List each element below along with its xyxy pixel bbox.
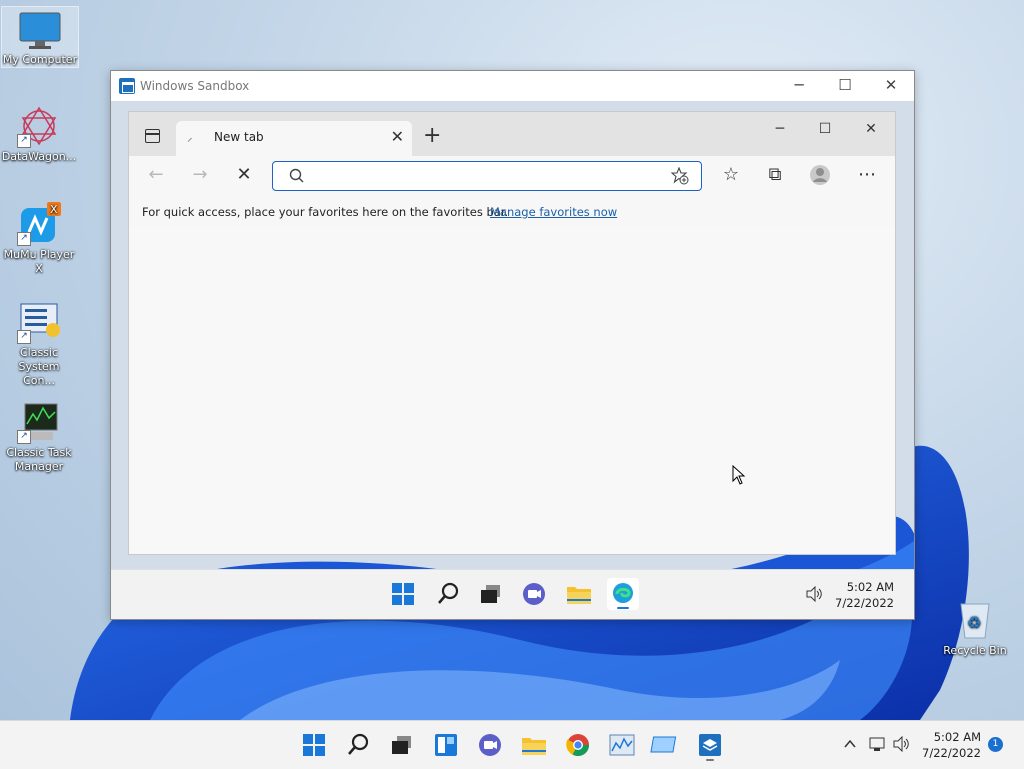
back-icon[interactable]: ← — [143, 164, 169, 186]
resource-monitor-icon[interactable] — [606, 729, 638, 761]
shortcut-arrow-icon: ↗ — [17, 232, 31, 246]
desktop-icon-classic-task-manager[interactable]: ↗ Classic Task Manager — [1, 400, 77, 474]
recycle-bin-icon: ♻ — [953, 598, 997, 642]
forward-icon[interactable]: → — [187, 164, 213, 186]
desktop-icon-recycle-bin[interactable]: ♻ Recycle Bin — [937, 598, 1013, 658]
mouse-cursor-icon — [732, 465, 746, 485]
desktop-icon-mumu-player[interactable]: X ↗ MuMu Player X — [1, 202, 77, 276]
monitor-icon — [18, 7, 62, 51]
collections-icon[interactable]: ⧉ — [762, 164, 788, 186]
edge-close-button[interactable]: ✕ — [848, 121, 894, 145]
page-content — [129, 227, 895, 554]
sandbox-window: Windows Sandbox ─ ☐ ✕ ⸝ New tab ✕ + ─ ☐ … — [110, 70, 915, 620]
loading-spinner-icon: ⸝ — [187, 131, 193, 144]
address-input[interactable] — [309, 165, 663, 187]
sandbox-taskbar-icon[interactable] — [694, 729, 726, 761]
start-icon[interactable] — [298, 729, 330, 761]
sandbox-maximize-button[interactable]: ☐ — [822, 71, 868, 101]
shortcut-arrow-icon: ↗ — [17, 134, 31, 148]
network-icon[interactable] — [869, 736, 887, 752]
sandbox-app-icon — [119, 78, 135, 94]
teams-chat-icon[interactable] — [518, 578, 550, 610]
new-tab-button[interactable]: + — [423, 123, 441, 148]
search-icon[interactable] — [432, 578, 464, 610]
remote-desktop-icon[interactable] — [650, 729, 682, 761]
teams-chat-icon[interactable] — [474, 729, 506, 761]
desktop-icon-label: Classic Task Manager — [6, 446, 72, 473]
file-explorer-icon[interactable] — [518, 729, 550, 761]
favorites-bar-hint: For quick access, place your favorites h… — [142, 205, 509, 219]
sandbox-minimize-button[interactable]: ─ — [776, 71, 822, 101]
tab-label: New tab — [214, 130, 264, 144]
shortcut-arrow-icon: ↗ — [17, 430, 31, 444]
desktop-icon-label: MuMu Player X — [3, 248, 75, 275]
task-view-icon[interactable] — [386, 729, 418, 761]
edge-maximize-button[interactable]: ☐ — [802, 121, 848, 145]
control-panel-icon: ↗ — [17, 300, 61, 344]
search-icon — [289, 168, 304, 183]
desktop-icon-label: DataWagon... — [1, 150, 77, 163]
desktop-icon-classic-system-control[interactable]: ↗ Classic System Con... — [1, 300, 77, 388]
edge-window: ⸝ New tab ✕ + ─ ☐ ✕ ← → ✕ ☆ ⧉ ⋯ For quic… — [128, 111, 896, 555]
sandbox-clock-date: 7/22/2022 — [835, 596, 894, 610]
edge-icon[interactable] — [607, 578, 639, 610]
sandbox-titlebar[interactable]: Windows Sandbox ─ ☐ ✕ — [111, 71, 914, 101]
clock-time: 5:02 AM — [933, 730, 981, 744]
manage-favorites-link[interactable]: Manage favorites now — [490, 205, 617, 219]
system-clock[interactable]: 5:02 AM 7/22/2022 — [915, 729, 981, 761]
desktop-icon-label: Classic System Con... — [18, 346, 60, 387]
navigation-toolbar: ← → ✕ ☆ ⧉ ⋯ — [129, 156, 895, 194]
search-icon[interactable] — [342, 729, 374, 761]
profile-avatar-icon[interactable] — [809, 164, 831, 186]
sandbox-clock-time: 5:02 AM — [846, 580, 894, 594]
task-view-icon[interactable] — [475, 578, 507, 610]
edge-minimize-button[interactable]: ─ — [757, 121, 803, 145]
sandbox-clock[interactable]: 5:02 AM 7/22/2022 — [829, 579, 894, 611]
shortcut-arrow-icon: ↗ — [17, 330, 31, 344]
file-explorer-icon[interactable] — [563, 578, 595, 610]
widgets-icon[interactable] — [430, 729, 462, 761]
sandbox-desktop: ⸝ New tab ✕ + ─ ☐ ✕ ← → ✕ ☆ ⧉ ⋯ For quic… — [111, 101, 914, 619]
add-favorite-icon[interactable] — [671, 167, 689, 185]
notification-badge[interactable]: 1 — [988, 737, 1003, 752]
mumu-player-icon: X ↗ — [17, 202, 61, 246]
address-bar[interactable] — [272, 161, 702, 191]
desktop-icon-label: My Computer — [2, 53, 78, 66]
tab-close-icon[interactable]: ✕ — [391, 127, 404, 146]
chevron-up-icon[interactable] — [843, 737, 857, 751]
svg-text:♻: ♻ — [967, 613, 981, 632]
tab-actions-icon[interactable] — [145, 129, 160, 143]
sandbox-title: Windows Sandbox — [140, 79, 250, 93]
desktop-icon-datawagon[interactable]: ↗ DataWagon... — [1, 104, 77, 164]
tab-new-tab[interactable]: ⸝ New tab ✕ — [176, 121, 412, 156]
volume-icon[interactable] — [805, 586, 823, 602]
tab-strip: ⸝ New tab ✕ + ─ ☐ ✕ — [129, 112, 895, 156]
task-manager-icon: ↗ — [17, 400, 61, 444]
sandbox-taskbar: 5:02 AM 7/22/2022 — [111, 569, 914, 619]
taskbar: 5:02 AM 7/22/2022 — [0, 720, 1024, 769]
chrome-icon[interactable] — [562, 729, 594, 761]
stop-loading-icon[interactable]: ✕ — [231, 164, 257, 186]
sandbox-close-button[interactable]: ✕ — [868, 71, 914, 101]
favorites-bar: For quick access, place your favorites h… — [129, 194, 895, 228]
clock-date: 7/22/2022 — [922, 746, 981, 760]
svg-text:X: X — [50, 203, 58, 216]
start-icon[interactable] — [387, 578, 419, 610]
desktop-icon-label: Recycle Bin — [943, 644, 1007, 657]
datawagon-icon: ↗ — [17, 104, 61, 148]
desktop-icon-my-computer[interactable]: My Computer — [1, 6, 79, 68]
favorites-icon[interactable]: ☆ — [718, 164, 744, 186]
volume-icon[interactable] — [892, 736, 910, 752]
more-menu-icon[interactable]: ⋯ — [854, 164, 880, 186]
